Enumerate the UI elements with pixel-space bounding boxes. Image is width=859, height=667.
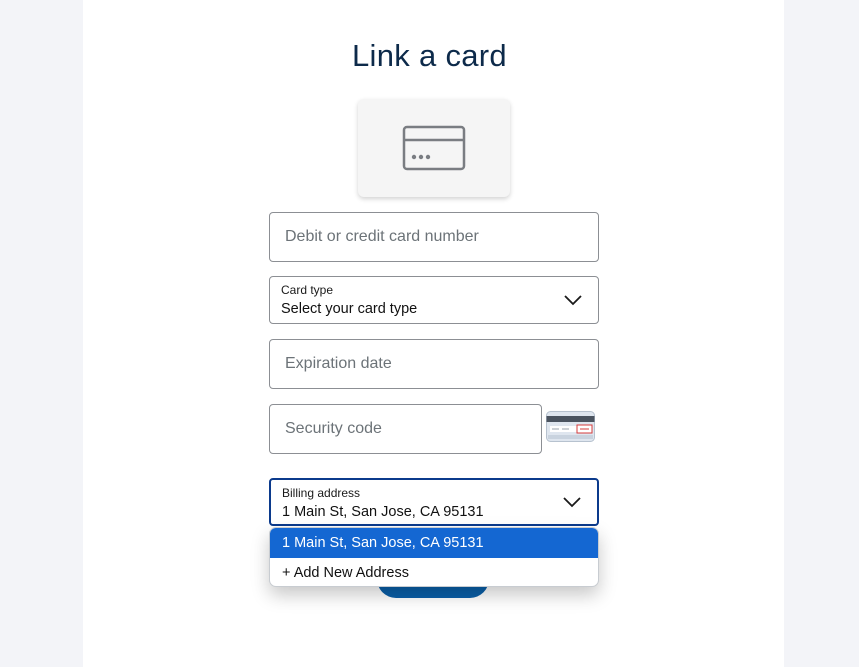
card-type-label: Card type <box>281 283 334 297</box>
card-type-select[interactable]: Card type Select your card type <box>269 276 599 324</box>
chevron-down-icon <box>563 497 581 508</box>
address-option-selected[interactable]: 1 Main St, San Jose, CA 95131 <box>270 528 598 558</box>
billing-address-dropdown: 1 Main St, San Jose, CA 95131 + Add New … <box>269 527 599 587</box>
expiration-date-field[interactable]: Expiration date <box>269 339 599 389</box>
billing-address-select[interactable]: Billing address 1 Main St, San Jose, CA … <box>269 478 599 526</box>
security-code-placeholder: Security code <box>285 420 382 437</box>
card-number-field[interactable]: Debit or credit card number <box>269 212 599 262</box>
card-type-value: Select your card type <box>281 301 418 317</box>
page-title: Link a card <box>352 38 507 73</box>
security-code-field[interactable]: Security code <box>269 404 542 454</box>
expiration-placeholder: Expiration date <box>285 355 392 372</box>
credit-card-icon <box>402 125 466 171</box>
billing-address-label: Billing address <box>282 486 361 500</box>
card-illustration <box>358 99 510 197</box>
card-number-placeholder: Debit or credit card number <box>285 228 479 245</box>
billing-address-value: 1 Main St, San Jose, CA 95131 <box>282 504 484 520</box>
card-back-cvv-icon <box>546 411 595 442</box>
chevron-down-icon <box>564 295 582 306</box>
add-new-address-option[interactable]: + Add New Address <box>270 558 598 586</box>
